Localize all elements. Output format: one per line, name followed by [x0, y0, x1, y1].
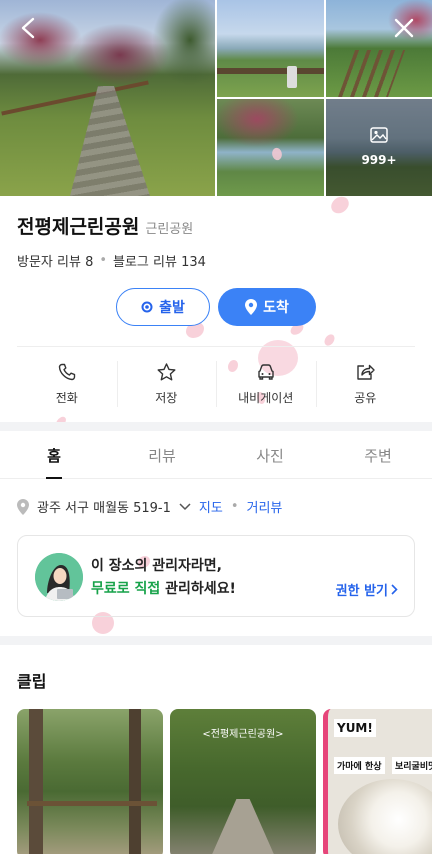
claim-permission-label: 권한 받기	[335, 584, 388, 599]
chevron-right-icon	[391, 584, 398, 595]
chevron-left-icon	[21, 17, 35, 39]
visitor-review-count[interactable]: 방문자 리뷰 8	[17, 251, 93, 270]
food-bowl-image	[338, 779, 432, 854]
person-illustration-icon	[35, 553, 83, 601]
more-photos-count: 999+	[361, 153, 397, 167]
separator-dot: •	[230, 499, 239, 514]
share-action[interactable]: 공유	[315, 355, 416, 413]
petal-decoration	[328, 193, 352, 217]
owner-claim-card[interactable]: 이 장소의 관리자라면, 무료로 직접 관리하세요! 권한 받기	[17, 535, 415, 617]
location-pin-icon	[245, 299, 258, 315]
call-action[interactable]: 전화	[17, 355, 117, 413]
clip-caption: <전평제근린공원>	[202, 729, 284, 740]
blog-review-count[interactable]: 블로그 리뷰 134	[113, 251, 206, 270]
arrive-button[interactable]: 도착	[218, 288, 316, 326]
owner-card-line2: 무료로 직접 관리하세요!	[91, 578, 236, 598]
navigation-label: 내비게이션	[238, 390, 294, 405]
save-action[interactable]: 저장	[116, 355, 217, 413]
share-icon	[357, 364, 375, 380]
call-label: 전화	[55, 390, 78, 405]
owner-card-highlight: 무료로 직접	[91, 581, 161, 597]
tab-reviews[interactable]: 리뷰	[108, 433, 216, 478]
review-summary: 방문자 리뷰 8 • 블로그 리뷰 134	[17, 251, 206, 270]
clip-badge: YUM!	[334, 719, 376, 737]
section-divider	[0, 636, 432, 645]
owner-card-line2-rest: 관리하세요!	[160, 581, 236, 597]
arrive-button-label: 도착	[263, 300, 289, 316]
section-divider	[0, 422, 432, 431]
more-photos-thumbnail[interactable]: 999+	[326, 99, 432, 196]
place-name: 전평제근린공원	[17, 216, 140, 238]
tab-nearby[interactable]: 주변	[324, 433, 432, 478]
clip-tag: 가마에 한상	[334, 757, 385, 774]
start-button[interactable]: 출발	[116, 288, 210, 326]
separator-dot: •	[99, 253, 108, 268]
clip-card[interactable]: <전평제근린공원>	[170, 709, 316, 854]
close-icon	[394, 18, 414, 38]
location-pin-icon	[17, 498, 29, 515]
place-category: 근린공원	[145, 222, 194, 237]
phone-icon	[58, 363, 75, 380]
photo-gallery: 999+	[0, 0, 432, 196]
divider	[17, 346, 415, 347]
save-label: 저장	[155, 390, 178, 405]
address-row: 광주 서구 매월동 519-1 지도 • 거리뷰	[17, 497, 282, 516]
street-view-link[interactable]: 거리뷰	[247, 497, 283, 516]
close-button[interactable]	[388, 12, 420, 44]
clip-card[interactable]: YUM! 가마에 한상 보리굴비맛	[323, 709, 432, 854]
place-header: 전평제근린공원 근린공원	[17, 212, 193, 239]
car-icon	[258, 363, 274, 380]
share-label: 공유	[354, 390, 377, 405]
clip-card[interactable]	[17, 709, 163, 854]
image-icon	[370, 127, 388, 143]
owner-card-line1: 이 장소의 관리자라면,	[91, 558, 222, 574]
claim-permission-button[interactable]: 권한 받기	[336, 580, 398, 599]
navigation-action[interactable]: 내비게이션	[216, 355, 316, 413]
clip-tag: 보리굴비맛	[392, 757, 432, 774]
tab-home[interactable]: 홈	[0, 433, 108, 478]
photo-thumbnail[interactable]	[217, 0, 324, 97]
owner-avatar	[35, 553, 83, 601]
start-point-icon	[141, 301, 153, 313]
start-button-label: 출발	[159, 300, 185, 316]
address-text[interactable]: 광주 서구 매월동 519-1	[37, 497, 171, 516]
back-button[interactable]	[12, 12, 44, 44]
photo-thumbnail[interactable]	[217, 99, 324, 196]
tab-photos[interactable]: 사진	[216, 433, 324, 478]
tab-bar: 홈 리뷰 사진 주변	[0, 433, 432, 479]
clips-section-title: 클립	[17, 672, 47, 691]
star-icon	[157, 362, 176, 380]
chevron-down-icon[interactable]	[179, 502, 191, 511]
action-bar: 전화 저장 내비게이션 공유	[17, 355, 415, 413]
map-link[interactable]: 지도	[199, 497, 223, 516]
